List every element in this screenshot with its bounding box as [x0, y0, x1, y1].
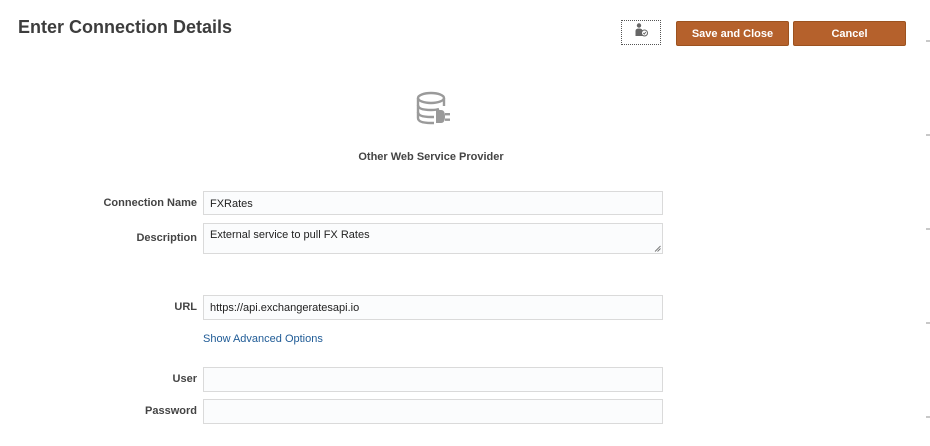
connection-name-input[interactable]: FXRates — [203, 191, 663, 215]
password-input[interactable] — [203, 399, 663, 424]
password-label: Password — [145, 405, 197, 417]
accessibility-button[interactable] — [621, 20, 661, 45]
description-label: Description — [136, 232, 197, 244]
user-input[interactable] — [203, 367, 663, 392]
resize-handle-icon[interactable] — [654, 245, 661, 252]
url-label: URL — [174, 301, 197, 313]
cancel-button[interactable]: Cancel — [793, 21, 906, 46]
show-advanced-options-link[interactable]: Show Advanced Options — [203, 333, 323, 345]
database-plug-icon — [414, 91, 452, 134]
connection-name-label: Connection Name — [103, 197, 197, 209]
accessibility-person-icon — [633, 22, 649, 43]
url-input[interactable]: https://api.exchangeratesapi.io — [203, 295, 663, 320]
save-and-close-button[interactable]: Save and Close — [676, 21, 789, 46]
provider-label: Other Web Service Provider — [358, 151, 504, 163]
window-edge — [926, 0, 930, 446]
description-textarea[interactable]: External service to pull FX Rates — [203, 223, 663, 254]
page-title: Enter Connection Details — [18, 17, 233, 37]
user-label: User — [172, 373, 197, 385]
description-value: External service to pull FX Rates — [210, 229, 370, 241]
